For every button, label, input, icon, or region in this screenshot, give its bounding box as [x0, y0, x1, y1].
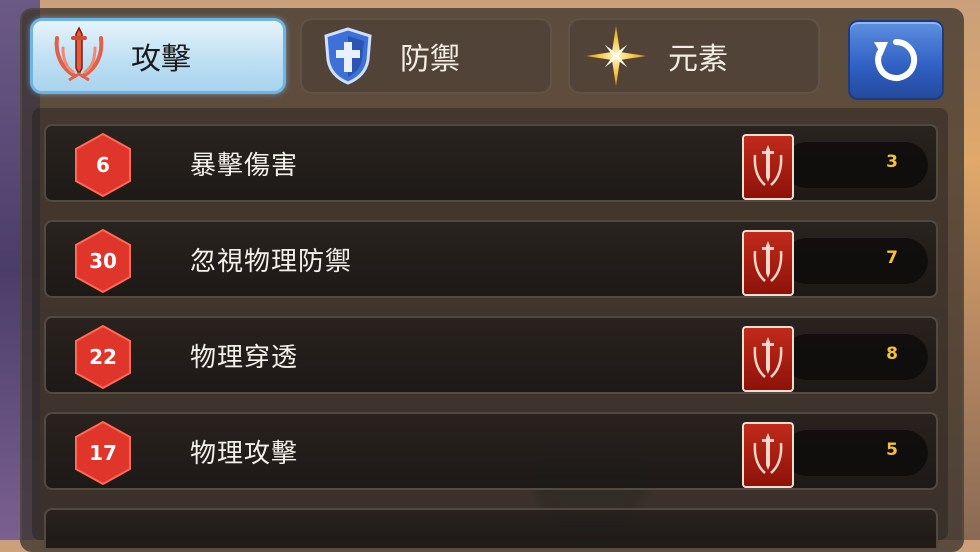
level-badge: 30	[70, 228, 136, 294]
stat-name: 物理攻擊	[190, 439, 299, 469]
tab-element-label: 元素	[668, 42, 728, 77]
stat-name: 忽視物理防禦	[190, 247, 353, 277]
refresh-icon	[874, 38, 918, 81]
stat-list: 6 暴擊傷害 3 30 忽視物理防禦 7 22 物理穿透 8 17 物理攻擊 5	[32, 108, 948, 548]
level-badge-value: 6	[96, 153, 110, 177]
stat-count: 7	[886, 248, 898, 268]
stat-name: 暴擊傷害	[190, 151, 299, 181]
stat-row[interactable]: 30 忽視物理防禦 7	[44, 220, 938, 298]
level-badge: 22	[70, 324, 136, 390]
tab-attack-label: 攻擊	[131, 42, 191, 77]
star-burst-icon	[584, 24, 648, 88]
level-badge-value: 22	[89, 345, 117, 369]
sword-crest-icon	[47, 24, 111, 88]
refresh-button[interactable]	[848, 20, 944, 100]
stat-count: 3	[886, 152, 898, 172]
tab-defense[interactable]: 防禦	[300, 18, 552, 94]
level-badge: 6	[70, 132, 136, 198]
stat-row[interactable]: 6 暴擊傷害 3	[44, 124, 938, 202]
level-badge: 17	[70, 420, 136, 486]
sword-card-icon	[742, 230, 794, 296]
sword-card-icon	[742, 326, 794, 392]
level-badge-value: 30	[89, 249, 117, 273]
tab-element[interactable]: 元素	[568, 18, 820, 94]
stat-row-partial[interactable]	[44, 508, 938, 548]
shield-cross-icon	[316, 24, 380, 88]
stat-row[interactable]: 22 物理穿透 8	[44, 316, 938, 394]
tab-defense-label: 防禦	[400, 42, 460, 77]
sword-card-icon	[742, 422, 794, 488]
stat-row[interactable]: 17 物理攻擊 5	[44, 412, 938, 490]
stat-count: 8	[886, 344, 898, 364]
sword-card-icon	[742, 134, 794, 200]
stat-name: 物理穿透	[190, 343, 299, 373]
stat-count: 5	[886, 440, 898, 460]
tab-attack[interactable]: 攻擊	[30, 18, 286, 94]
level-badge-value: 17	[89, 441, 117, 465]
